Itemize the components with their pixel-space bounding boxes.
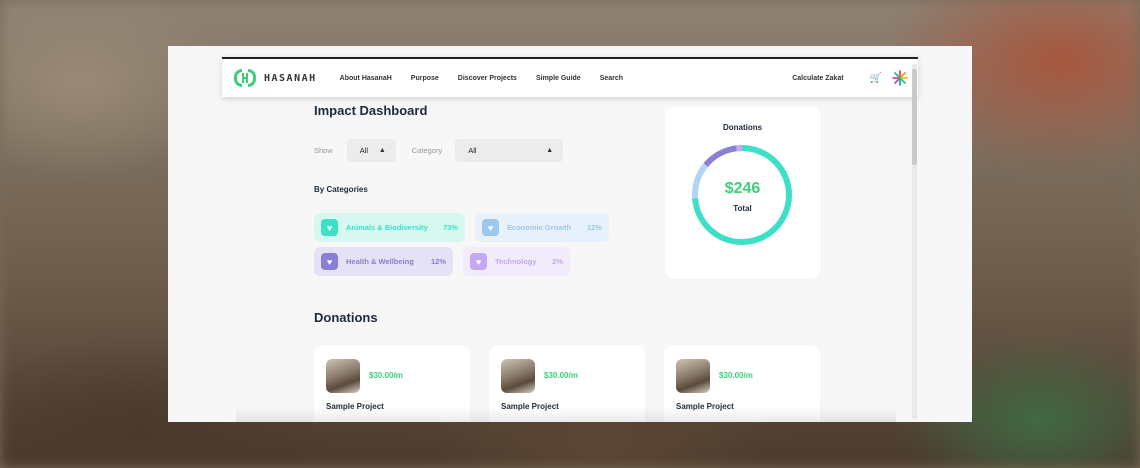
- brand-logo[interactable]: HASANAH: [234, 67, 317, 89]
- heart-icon: ♥: [470, 253, 487, 270]
- show-label: Show: [314, 146, 333, 155]
- category-pill-technology[interactable]: ♥ Technology 2%: [463, 247, 570, 276]
- top-navbar: HASANAH About HasanaH Purpose Discover P…: [222, 57, 918, 97]
- project-thumbnail: [326, 359, 360, 393]
- heart-icon: ♥: [482, 219, 499, 236]
- brand-name: HASANAH: [264, 72, 317, 84]
- nav-link-simple-guide[interactable]: Simple Guide: [536, 75, 581, 82]
- nav-links: About HasanaH Purpose Discover Projects …: [340, 75, 642, 82]
- nav-link-about[interactable]: About HasanaH: [340, 75, 392, 82]
- nav-right: Calculate Zakat 🛒: [792, 70, 918, 86]
- category-percent: 2%: [552, 257, 563, 266]
- page-scrollbar[interactable]: [912, 64, 917, 419]
- filter-bar: Show All ▲︎ Category All ▲︎: [314, 139, 564, 162]
- donut-total-label: Total: [733, 204, 752, 213]
- browser-frame: HASANAH About HasanaH Purpose Discover P…: [168, 46, 972, 422]
- category-percent: 73%: [442, 223, 458, 232]
- category-name: Animals & Biodiversity: [346, 223, 428, 232]
- category-select-value: All: [468, 146, 477, 155]
- category-name: Economic Growth: [507, 223, 572, 232]
- category-name: Health & Wellbeing: [346, 257, 414, 266]
- page-title: Impact Dashboard: [314, 103, 428, 118]
- by-categories-heading: By Categories: [314, 185, 368, 194]
- donations-heading: Donations: [314, 310, 378, 325]
- show-select[interactable]: All ▲︎: [346, 139, 396, 162]
- nav-link-search[interactable]: Search: [600, 75, 623, 82]
- donation-amount: $30.00/m: [544, 371, 578, 380]
- donut-title: Donations: [722, 123, 763, 132]
- cart-icon[interactable]: 🛒: [870, 73, 882, 84]
- category-percent: 12%: [430, 257, 446, 266]
- category-label: Category: [411, 146, 443, 155]
- donations-donut-card: Donations $246 Total: [665, 107, 820, 278]
- heart-icon: ♥: [321, 253, 338, 270]
- select-caret-icon: ▲︎: [546, 147, 554, 154]
- show-select-value: All: [359, 146, 369, 155]
- category-pill-animals[interactable]: ♥ Animals & Biodiversity 73%: [314, 213, 465, 242]
- scrollbar-thumb[interactable]: [912, 69, 917, 165]
- category-select[interactable]: All ▲︎: [455, 139, 564, 162]
- select-caret-icon: ▲︎: [378, 147, 386, 154]
- nav-link-discover-projects[interactable]: Discover Projects: [458, 75, 517, 82]
- nav-link-purpose[interactable]: Purpose: [411, 75, 439, 82]
- category-name: Technology: [495, 257, 537, 266]
- donation-amount: $30.00/m: [719, 371, 753, 380]
- project-thumbnail: [501, 359, 535, 393]
- donut-total-amount: $246: [724, 180, 761, 197]
- heart-icon: ♥: [321, 219, 338, 236]
- donation-amount: $30.00/m: [369, 371, 403, 380]
- hasanah-logo-icon: [234, 67, 256, 89]
- category-pill-health[interactable]: ♥ Health & Wellbeing 12%: [314, 247, 453, 276]
- category-percent: 12%: [586, 223, 602, 232]
- category-pill-economic[interactable]: ♥ Economic Growth 12%: [475, 213, 609, 242]
- project-thumbnail: [676, 359, 710, 393]
- bottom-fade: [236, 406, 896, 422]
- calculate-zakat-link[interactable]: Calculate Zakat: [792, 75, 843, 82]
- burst-logo-icon[interactable]: [892, 70, 908, 86]
